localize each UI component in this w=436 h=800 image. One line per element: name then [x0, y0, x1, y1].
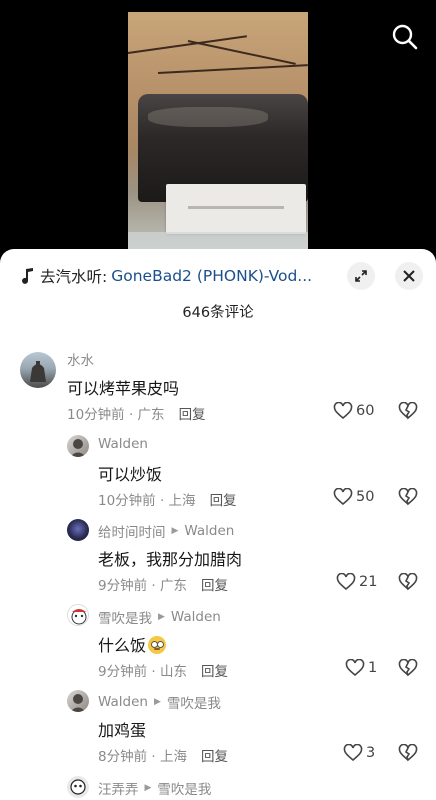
reply-button[interactable]: 回复 [179, 403, 206, 423]
comment-text: 老板，我那分加腊肉 [98, 550, 243, 569]
comment-text-body: 什么饭 [98, 636, 147, 655]
comment-user[interactable]: Walden [98, 436, 148, 452]
comment-user[interactable]: 水水 [67, 349, 94, 369]
music-link[interactable]: 去汽水听: GoneBad2 (PHONK)-Vod... [20, 263, 312, 289]
video-frame[interactable] [128, 12, 308, 262]
comment-user[interactable]: 给时间时间 ▶ Walden [98, 521, 234, 541]
like-button[interactable]: 60 [333, 402, 374, 420]
comment-text: 可以炒饭 [98, 465, 163, 484]
reply-arrow-icon: ▶ [153, 697, 161, 707]
comment-user[interactable]: 雪吹是我 ▶ Walden [98, 607, 221, 627]
comment-text: 什么饭 [98, 632, 167, 656]
like-count: 50 [356, 489, 375, 505]
reply-to-user[interactable]: Walden [171, 609, 221, 625]
heart-icon [333, 488, 353, 506]
broken-heart-icon[interactable] [398, 572, 420, 593]
comment-time: 9分钟前 · 山东 [98, 664, 187, 680]
reply-button[interactable]: 回复 [201, 745, 228, 765]
comment-time: 10分钟前 · 上海 [98, 493, 196, 509]
comment-meta: 10分钟前 · 广东 回复 [67, 403, 206, 423]
like-button[interactable]: 21 [336, 573, 377, 591]
reply-arrow-icon: ▶ [158, 612, 165, 622]
comment-meta: 9分钟前 · 山东 回复 [98, 660, 228, 680]
avatar[interactable] [20, 352, 56, 388]
comment-sheet: 去汽水听: GoneBad2 (PHONK)-Vod... 646条评论 水水 … [0, 249, 436, 800]
comment-user[interactable]: Walden ▶ 雪吹是我 [98, 692, 221, 712]
search-icon[interactable] [390, 22, 420, 52]
reply-arrow-icon: ▶ [144, 783, 152, 793]
comment-time: 9分钟前 · 广东 [98, 578, 187, 594]
reply-button[interactable]: 回复 [201, 574, 228, 594]
username[interactable]: Walden [98, 436, 148, 452]
like-button[interactable]: 3 [343, 744, 375, 762]
like-button[interactable]: 1 [345, 659, 377, 677]
reply-arrow-icon: ▶ [171, 526, 179, 536]
username[interactable]: 给时间时间 [98, 521, 166, 541]
comment-meta: 8分钟前 · 上海 回复 [98, 745, 228, 765]
username[interactable]: 汪弄弄 [98, 778, 139, 798]
username[interactable]: 雪吹是我 [98, 607, 152, 627]
like-count: 21 [359, 574, 378, 590]
music-note-icon [22, 268, 33, 284]
avatar[interactable] [67, 776, 89, 798]
username[interactable]: Walden [98, 694, 148, 710]
reply-to-user[interactable]: 雪吹是我 [157, 778, 211, 798]
broken-heart-icon[interactable] [398, 743, 420, 764]
broken-heart-icon[interactable] [398, 658, 420, 679]
reply-button[interactable]: 回复 [201, 660, 228, 680]
close-icon[interactable] [395, 262, 423, 290]
video-area[interactable] [0, 0, 436, 262]
collapse-icon[interactable] [347, 262, 375, 290]
heart-icon [333, 402, 353, 420]
comment-text: 加鸡蛋 [98, 721, 147, 740]
reply-to-user[interactable]: 雪吹是我 [167, 692, 221, 712]
comment-count: 646条评论 [182, 305, 254, 321]
avatar[interactable] [67, 435, 89, 457]
music-prefix: 去汽水听: [40, 268, 108, 286]
reply-button[interactable]: 回复 [210, 489, 237, 509]
reply-to-user[interactable]: Walden [184, 523, 234, 539]
username[interactable]: 水水 [67, 349, 94, 369]
avatar[interactable] [67, 519, 89, 541]
like-count: 3 [366, 745, 376, 761]
comment-user[interactable]: 汪弄弄 ▶ 雪吹是我 [98, 778, 211, 798]
eye-roll-emoji-icon [148, 636, 167, 654]
avatar[interactable] [67, 604, 89, 626]
comment-time: 10分钟前 · 广东 [67, 407, 165, 423]
heart-icon [343, 744, 363, 762]
exhibit-placard [166, 184, 306, 234]
avatar[interactable] [67, 690, 89, 712]
comment-meta: 10分钟前 · 上海 回复 [98, 489, 237, 509]
broken-heart-icon[interactable] [398, 487, 420, 508]
comment-time: 8分钟前 · 上海 [98, 749, 187, 765]
like-count: 1 [368, 660, 378, 676]
broken-heart-icon[interactable] [398, 401, 420, 422]
heart-icon [345, 659, 365, 677]
heart-icon [336, 573, 356, 591]
comment-text: 可以烤苹果皮吗 [67, 379, 180, 398]
like-button[interactable]: 50 [333, 488, 374, 506]
like-count: 60 [356, 403, 375, 419]
comment-meta: 9分钟前 · 广东 回复 [98, 574, 228, 594]
music-title[interactable]: GoneBad2 (PHONK)-Vod... [111, 267, 312, 285]
